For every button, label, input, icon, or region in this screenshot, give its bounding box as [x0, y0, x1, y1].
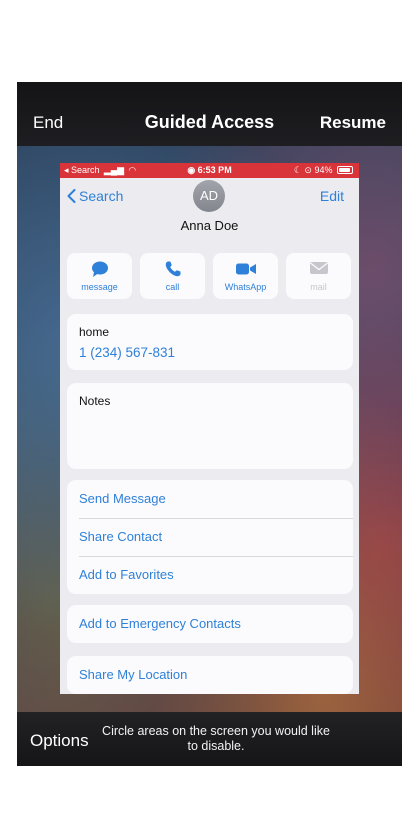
edit-button[interactable]: Edit — [320, 188, 344, 204]
phone-screen-preview[interactable]: ◂ Search ▂▄▆ ◠ ◉ 6:53 PM ☾ ⊙ 94% Search … — [60, 163, 359, 694]
status-bar: ◂ Search ▂▄▆ ◠ ◉ 6:53 PM ☾ ⊙ 94% — [60, 163, 359, 178]
whatsapp-action-button[interactable]: WhatsApp — [213, 253, 278, 299]
mail-icon — [286, 260, 351, 278]
video-icon — [213, 260, 278, 278]
back-button-label: Search — [79, 188, 124, 204]
emergency-contacts-card: Add to Emergency Contacts — [67, 605, 353, 643]
contact-header: Search AD Edit Anna Doe — [60, 178, 359, 256]
call-action-button[interactable]: call — [140, 253, 205, 299]
guided-access-bottom-bar: Options Circle areas on the screen you w… — [17, 712, 402, 766]
resume-button[interactable]: Resume — [320, 113, 386, 133]
contact-name: Anna Doe — [180, 218, 239, 233]
phone-label: home — [79, 325, 110, 339]
phone-number-card[interactable]: home 1 (234) 567-831 — [67, 314, 353, 370]
recording-icon: ◉ — [187, 165, 198, 175]
mail-action-button[interactable]: mail — [286, 253, 351, 299]
send-message-link[interactable]: Send Message — [79, 480, 343, 518]
disable-areas-hint: Circle areas on the screen you would lik… — [102, 724, 330, 753]
contact-links-card: Send Message Share Contact Add to Favori… — [67, 480, 353, 594]
call-action-label: call — [165, 282, 180, 292]
back-button[interactable]: Search — [67, 188, 123, 204]
phone-number[interactable]: 1 (234) 567-831 — [79, 345, 175, 360]
share-my-location-link[interactable]: Share My Location — [79, 656, 343, 694]
status-time: 6:53 PM — [197, 165, 232, 175]
mail-action-label: mail — [310, 282, 327, 292]
status-bar-right: ☾ ⊙ 94% — [294, 165, 353, 176]
chevron-left-icon — [67, 189, 76, 203]
options-button[interactable]: Options — [30, 731, 89, 751]
battery-icon — [337, 166, 353, 174]
message-action-button[interactable]: message — [67, 253, 132, 299]
share-location-card: Share My Location — [67, 656, 353, 694]
notes-card[interactable]: Notes — [67, 383, 353, 469]
quick-actions: message call WhatsApp mail — [67, 253, 353, 300]
battery-percent: 94% — [314, 165, 333, 175]
message-action-label: message — [81, 282, 118, 292]
orientation-lock-icon: ⊙ — [304, 165, 315, 175]
moon-icon: ☾ — [293, 165, 305, 175]
whatsapp-action-label: WhatsApp — [224, 282, 267, 292]
guided-access-top-bar: End Guided Access Resume — [17, 82, 402, 146]
notes-label: Notes — [79, 394, 111, 408]
guided-access-frame: End Guided Access Resume ◂ Search ▂▄▆ ◠ … — [17, 82, 402, 766]
share-contact-link[interactable]: Share Contact — [79, 518, 343, 556]
avatar[interactable]: AD — [193, 180, 225, 212]
phone-icon — [140, 260, 205, 278]
add-to-emergency-contacts-link[interactable]: Add to Emergency Contacts — [79, 605, 343, 643]
message-icon — [67, 260, 132, 278]
add-to-favorites-link[interactable]: Add to Favorites — [79, 556, 343, 594]
